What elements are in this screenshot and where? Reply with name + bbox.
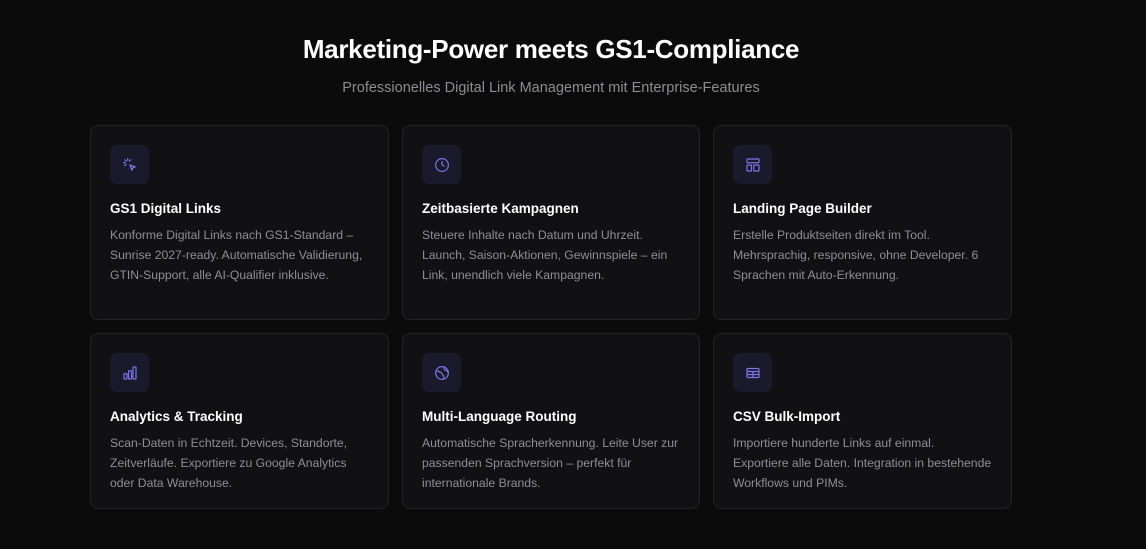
section-subtitle: Professionelles Digital Link Management …: [342, 80, 760, 96]
feature-title: Zeitbasierte Kampagnen: [422, 201, 579, 216]
features-section: Marketing-Power meets GS1-Compliance Pro…: [0, 0, 1146, 549]
feature-title: GS1 Digital Links: [110, 201, 222, 216]
clock-icon: [422, 145, 461, 184]
feature-title: Multi-Language Routing: [422, 409, 577, 424]
feature-title: Landing Page Builder: [733, 201, 872, 216]
feature-card-landing-page-builder: Landing Page Builder Erstelle Produktsei…: [713, 125, 1012, 320]
feature-card-gs1-digital-links: GS1 Digital Links Konforme Digital Links…: [90, 125, 389, 320]
section-title: Marketing-Power meets GS1-Compliance: [302, 34, 800, 64]
feature-description: Scan-Daten in Echtzeit. Devices, Standor…: [110, 436, 348, 490]
feature-card-analytics-tracking: Analytics & Tracking Scan-Daten in Echtz…: [90, 333, 389, 509]
bar-chart-icon: [110, 353, 149, 392]
feature-card-csv-bulk-import: CSV Bulk-Import Importiere hunderte Link…: [713, 333, 1012, 509]
feature-description: Automatische Spracherkennung. Leite User…: [422, 436, 679, 490]
feature-title: CSV Bulk-Import: [733, 409, 841, 424]
feature-description: Erstelle Produktseiten direkt im Tool. M…: [733, 228, 979, 282]
feature-title: Analytics & Tracking: [110, 409, 243, 424]
table-icon: [733, 353, 772, 392]
pointer-click-icon: [110, 145, 149, 184]
feature-description: Steuere Inhalte nach Datum und Uhrzeit. …: [422, 228, 668, 282]
feature-grid: GS1 Digital Links Konforme Digital Links…: [90, 125, 1012, 509]
feature-card-zeitbasierte-kampagnen: Zeitbasierte Kampagnen Steuere Inhalte n…: [402, 125, 700, 320]
feature-description: Importiere hunderte Links auf einmal. Ex…: [733, 436, 992, 490]
globe-icon: [422, 353, 461, 392]
layout-icon: [733, 145, 772, 184]
feature-description: Konforme Digital Links nach GS1-Standard…: [110, 228, 363, 282]
feature-card-multi-language-routing: Multi-Language Routing Automatische Spra…: [402, 333, 700, 509]
